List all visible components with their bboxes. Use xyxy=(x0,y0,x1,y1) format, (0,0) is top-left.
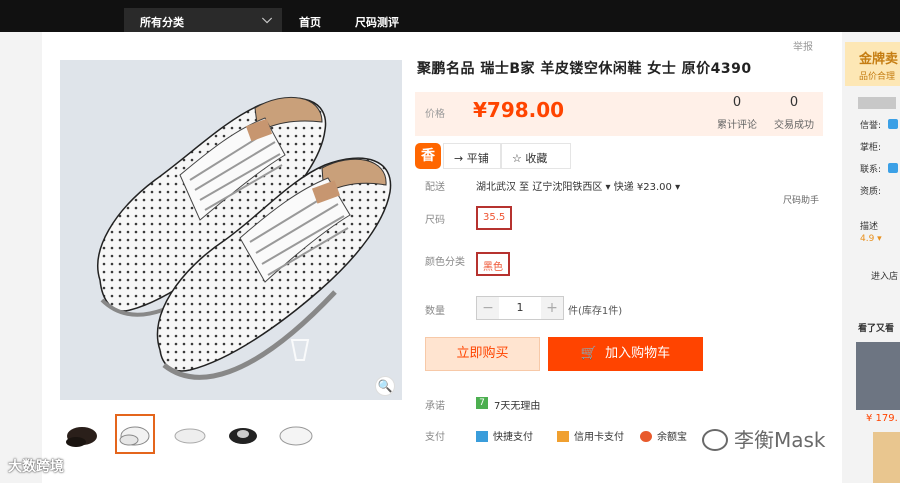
favorite-tab[interactable]: ☆ 收藏 xyxy=(501,143,571,169)
watermark-right: 李衡Mask xyxy=(702,424,826,453)
zoom-icon[interactable]: 🔍 xyxy=(375,376,395,396)
nav-size-link[interactable]: 尺码测评 xyxy=(355,14,399,30)
price-value: ¥798.00 xyxy=(473,98,565,122)
size-label: 尺码 xyxy=(425,215,445,226)
product-title: 聚鹏名品 瑞士B家 羊皮镂空休闲鞋 女士 原价4390 xyxy=(417,61,752,77)
category-label: 所有分类 xyxy=(140,16,184,29)
pay-credit[interactable]: 信用卡支付 xyxy=(557,428,624,443)
gold-seller-sub: 品价合理 xyxy=(859,72,896,82)
price-box: 价格 ¥798.00 0 累计评论 0 交易成功 xyxy=(415,92,823,136)
stock-text: 件(库存1件) xyxy=(568,306,623,317)
quick-pay-icon xyxy=(476,431,488,442)
nav-home-link[interactable]: 首页 xyxy=(299,14,321,30)
also-viewed-image-2[interactable] xyxy=(873,432,900,483)
sidebar-label-credit: 信誉: xyxy=(860,121,882,131)
sales-count-label: 交易成功 xyxy=(774,120,814,131)
pay-quick[interactable]: 快捷支付 xyxy=(476,428,533,443)
watermark-right-label: 李衡Mask xyxy=(734,428,826,452)
thumbnail-white-shoe-top[interactable] xyxy=(276,414,316,454)
quantity-stepper: − 1 + xyxy=(476,296,564,320)
seven-day-icon: 7 xyxy=(476,397,488,409)
add-to-cart-label: 加入购物车 xyxy=(605,346,671,361)
quantity-minus-button[interactable]: − xyxy=(477,297,499,319)
size-option[interactable]: 35.5 xyxy=(476,206,513,230)
yuebao-icon xyxy=(640,431,652,442)
enter-shop-link[interactable]: 进入店 xyxy=(871,269,898,282)
credit-card-icon xyxy=(557,431,569,442)
shop-name-blurred xyxy=(858,97,896,109)
thumbnail-white-shoe-selected[interactable] xyxy=(115,414,155,454)
share-tab[interactable]: → 平铺 xyxy=(443,143,501,169)
contact-icon[interactable] xyxy=(888,163,898,173)
gold-seller-title: 金牌卖 xyxy=(859,52,899,67)
review-count: 0 xyxy=(732,95,742,110)
sidebar-label-owner: 掌柜: xyxy=(860,143,882,153)
thumbnail-black-shoe[interactable] xyxy=(62,414,102,454)
sidebar-score-value: 4.9 ▾ xyxy=(860,234,882,244)
report-link[interactable]: 举报 xyxy=(793,38,813,53)
color-option[interactable]: 黑色 xyxy=(476,252,510,276)
buy-now-button[interactable]: 立即购买 xyxy=(425,337,540,371)
add-to-cart-button[interactable]: 🛒 加入购物车 xyxy=(548,337,703,371)
thumbnail-dark-shoe[interactable] xyxy=(223,414,263,454)
pay-yuebao[interactable]: 余额宝 xyxy=(640,428,687,443)
category-dropdown[interactable]: 所有分类 ⌵ xyxy=(124,8,282,32)
also-viewed-heading: 看了又看 xyxy=(858,324,895,334)
credit-icon xyxy=(888,119,898,129)
sidebar-label-qualification: 资质: xyxy=(860,187,882,197)
color-label: 颜色分类 xyxy=(425,257,465,268)
gold-seller-badge: 金牌卖 品价合理 xyxy=(845,42,900,86)
also-viewed-image[interactable] xyxy=(856,342,900,410)
sidebar-label-contact: 联系: xyxy=(860,165,882,175)
size-help-link[interactable]: 尺码助手 xyxy=(783,193,819,206)
also-viewed-price: ¥ 179. xyxy=(866,413,898,424)
pay-yuebao-label: 余额宝 xyxy=(657,432,687,443)
pay-quick-label: 快捷支付 xyxy=(493,432,533,443)
top-nav-bar: 所有分类 ⌵ 首页 尺码测评 xyxy=(0,0,900,32)
payment-label: 支付 xyxy=(425,432,445,443)
wechat-icon xyxy=(702,429,728,451)
review-count-label[interactable]: 累计评论 xyxy=(708,116,766,131)
cart-icon: 🛒 xyxy=(580,346,598,361)
promise-text[interactable]: 7天无理由 xyxy=(494,397,540,412)
sales-count: 0 xyxy=(789,95,799,110)
quantity-label: 数量 xyxy=(425,306,445,317)
watermark-left: 大数跨境 xyxy=(8,459,64,475)
price-label: 价格 xyxy=(425,109,445,120)
quantity-plus-button[interactable]: + xyxy=(541,297,563,319)
promise-label: 承诺 xyxy=(425,401,445,412)
shipping-label: 配送 xyxy=(425,182,445,193)
chevron-down-icon: ⌵ xyxy=(262,12,272,27)
product-main-image[interactable] xyxy=(60,60,402,400)
quantity-input[interactable]: 1 xyxy=(499,301,541,314)
thumbnail-white-shoe-side[interactable] xyxy=(170,414,210,454)
promo-badge: 香 xyxy=(415,143,441,169)
shipping-info[interactable]: 湖北武汉 至 辽宁沈阳铁西区 ▾ 快递 ¥23.00 ▾ xyxy=(476,178,680,193)
sidebar-score-label: 描述 xyxy=(860,222,879,232)
pay-credit-label: 信用卡支付 xyxy=(574,432,624,443)
